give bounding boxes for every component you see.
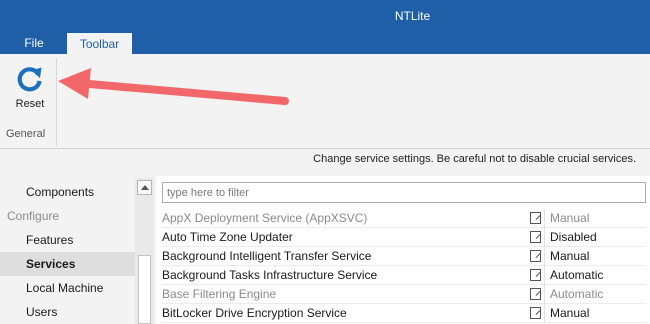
table-row[interactable]: Base Filtering Engine Automatic [162,285,646,304]
edit-icon[interactable] [530,250,541,262]
column-divider [544,304,545,323]
page-hint: Change service settings. Be careful not … [313,153,636,165]
service-startup[interactable]: Disabled [550,228,597,247]
edit-icon[interactable] [530,231,541,243]
filter-input[interactable] [162,182,646,203]
scrollbar-thumb[interactable] [138,255,151,324]
column-divider [544,209,545,228]
column-divider [544,247,545,266]
table-row[interactable]: AppX Deployment Service (AppXSVC) Manual [162,209,646,228]
service-name: Base Filtering Engine [162,287,277,301]
service-name: Auto Time Zone Updater [162,230,293,244]
sidebar-scrollbar[interactable] [135,178,154,324]
service-name: AppX Deployment Service (AppXSVC) [162,211,368,225]
sidebar-item-features[interactable]: Features [0,228,135,252]
sidebar-item-services[interactable]: Services [0,252,135,276]
service-startup[interactable]: Automatic [550,266,603,285]
column-divider [544,285,545,304]
services-panel: AppX Deployment Service (AppXSVC) Manual… [156,176,650,324]
sidebar-item-components[interactable]: Components [0,180,135,204]
table-row[interactable]: Background Intelligent Transfer Service … [162,247,646,266]
edit-icon[interactable] [530,212,541,224]
sidebar-section-configure: Configure [7,209,60,223]
sidebar: Components Configure Features Services L… [0,176,135,324]
service-startup[interactable]: Manual [550,247,589,266]
edit-icon[interactable] [530,269,541,281]
service-name: BitLocker Drive Encryption Service [162,306,347,320]
sidebar-item-users[interactable]: Users [0,300,135,324]
service-name: Background Intelligent Transfer Service [162,249,372,263]
service-startup[interactable]: Manual [550,304,589,323]
column-divider [544,228,545,247]
service-name: Background Tasks Infrastructure Service [162,268,378,282]
ribbon-group-label: General [6,128,46,140]
table-row[interactable]: BitLocker Drive Encryption Service Manua… [162,304,646,323]
edit-icon[interactable] [530,288,541,300]
service-startup[interactable]: Automatic [550,285,603,304]
table-row[interactable]: Auto Time Zone Updater Disabled [162,228,646,247]
column-divider [544,266,545,285]
chevron-up-icon[interactable] [137,180,152,195]
arrow-annotation [58,68,289,105]
sidebar-item-local-machine[interactable]: Local Machine [0,276,135,300]
edit-icon[interactable] [530,307,541,319]
service-startup[interactable]: Manual [550,209,589,228]
table-row[interactable]: Background Tasks Infrastructure Service … [162,266,646,285]
